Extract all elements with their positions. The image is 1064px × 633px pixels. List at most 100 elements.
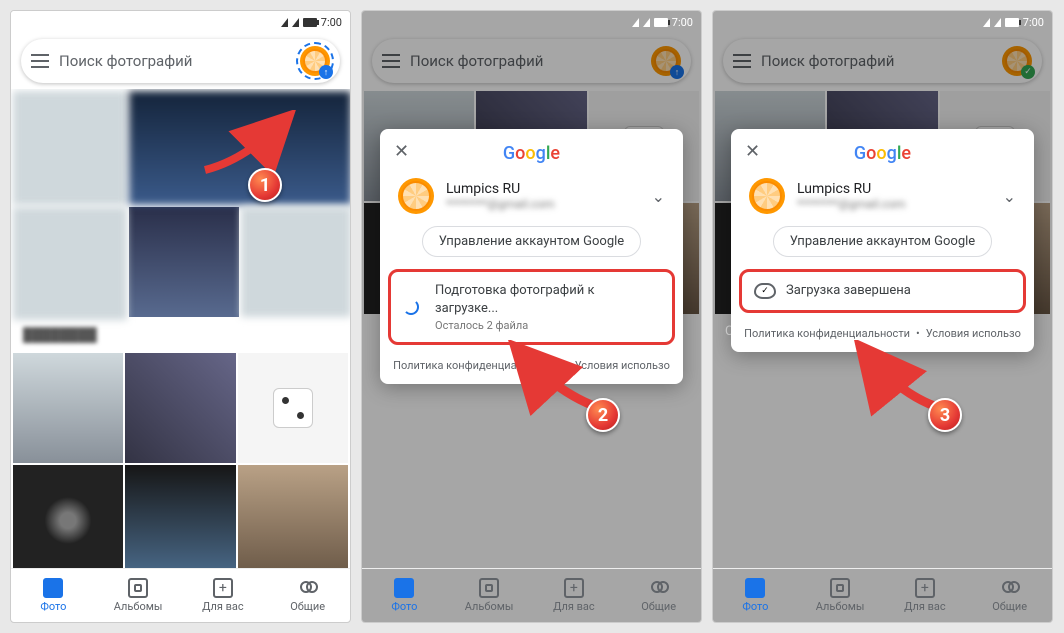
photo-thumb[interactable] bbox=[13, 207, 127, 321]
upload-status-title: Подготовка фотографий к загрузке... bbox=[435, 282, 660, 317]
nav-foryou[interactable]: Для вас bbox=[883, 569, 968, 622]
google-logo: Google bbox=[731, 135, 1034, 174]
nav-foryou[interactable]: Для вас bbox=[532, 569, 617, 622]
account-name: Lumpics RU bbox=[446, 181, 555, 197]
upload-status-block[interactable]: Подготовка фотографий к загрузке... Оста… bbox=[388, 269, 675, 345]
status-bar: 7:00 bbox=[362, 11, 701, 33]
footer-links: Политика конфиденциальности • Условия ис… bbox=[380, 353, 683, 372]
status-time: 7:00 bbox=[1023, 16, 1044, 29]
signal-icon bbox=[994, 18, 1001, 27]
battery-icon bbox=[303, 18, 317, 27]
nav-albums[interactable]: Альбомы bbox=[447, 569, 532, 622]
signal-icon bbox=[983, 18, 990, 27]
search-bar[interactable]: Поиск фотографий bbox=[723, 39, 1042, 83]
nav-shared[interactable]: Общие bbox=[967, 569, 1052, 622]
annotation-badge-3: 3 bbox=[928, 398, 962, 432]
account-row[interactable]: Lumpics RU ********@gmail.com ⌄ bbox=[380, 174, 683, 224]
photos-icon bbox=[394, 578, 414, 598]
photo-thumb[interactable] bbox=[13, 353, 123, 463]
close-icon[interactable]: ✕ bbox=[745, 141, 760, 162]
account-row[interactable]: Lumpics RU ********@gmail.com ⌄ bbox=[731, 174, 1034, 224]
shared-icon bbox=[649, 578, 669, 598]
terms-link[interactable]: Условия использо bbox=[575, 359, 670, 372]
search-bar[interactable]: Поиск фотографий bbox=[372, 39, 691, 83]
foryou-icon bbox=[915, 578, 935, 598]
spinner-icon bbox=[403, 299, 419, 315]
upload-status-title: Загрузка завершена bbox=[786, 282, 911, 300]
bottom-nav: Фото Альбомы Для вас Общие bbox=[362, 568, 701, 622]
shared-icon bbox=[298, 578, 318, 598]
annotation-badge-2: 2 bbox=[586, 398, 620, 432]
privacy-link[interactable]: Политика конфиденциальности bbox=[744, 327, 910, 340]
photo-thumb[interactable] bbox=[238, 465, 348, 568]
signal-icon bbox=[281, 18, 288, 27]
photo-thumb[interactable] bbox=[238, 353, 348, 463]
dice-icon bbox=[273, 388, 313, 428]
cloud-done-icon bbox=[754, 283, 776, 299]
nav-photos[interactable]: Фото bbox=[362, 569, 447, 622]
status-bar: 7:00 bbox=[11, 11, 350, 33]
foryou-icon bbox=[564, 578, 584, 598]
search-placeholder: Поиск фотографий bbox=[59, 52, 290, 70]
nav-albums[interactable]: Альбомы bbox=[96, 569, 181, 622]
photo-thumb[interactable] bbox=[125, 353, 235, 463]
nav-albums[interactable]: Альбомы bbox=[798, 569, 883, 622]
nav-photos[interactable]: Фото bbox=[11, 569, 96, 622]
status-time: 7:00 bbox=[321, 16, 342, 29]
bottom-nav: Фото Альбомы Для вас Общие bbox=[713, 568, 1052, 622]
menu-icon[interactable] bbox=[733, 54, 751, 68]
bottom-nav: Фото Альбомы Для вас Общие bbox=[11, 568, 350, 622]
photos-icon bbox=[745, 578, 765, 598]
foryou-icon bbox=[213, 578, 233, 598]
photo-thumb[interactable] bbox=[129, 91, 350, 205]
footer-links: Политика конфиденциальности • Условия ис… bbox=[731, 321, 1034, 340]
search-placeholder: Поиск фотографий bbox=[761, 52, 992, 70]
photo-thumb[interactable] bbox=[129, 207, 239, 317]
albums-icon bbox=[830, 578, 850, 598]
status-bar: 7:00 bbox=[713, 11, 1052, 33]
nav-photos[interactable]: Фото bbox=[713, 569, 798, 622]
signal-icon bbox=[632, 18, 639, 27]
date-label: ████████ bbox=[11, 319, 350, 351]
photo-thumb[interactable] bbox=[13, 91, 127, 205]
done-badge-icon bbox=[1021, 65, 1035, 79]
terms-link[interactable]: Условия использо bbox=[926, 327, 1021, 340]
account-name: Lumpics RU bbox=[797, 181, 906, 197]
manage-account-button[interactable]: Управление аккаунтом Google bbox=[773, 226, 992, 257]
account-avatar[interactable] bbox=[1002, 46, 1032, 76]
account-avatar[interactable] bbox=[651, 46, 681, 76]
menu-icon[interactable] bbox=[382, 54, 400, 68]
battery-icon bbox=[1005, 18, 1019, 27]
close-icon[interactable]: ✕ bbox=[394, 141, 409, 162]
privacy-link[interactable]: Политика конфиденциальности bbox=[393, 359, 559, 372]
albums-icon bbox=[479, 578, 499, 598]
account-avatar bbox=[398, 178, 434, 214]
nav-foryou[interactable]: Для вас bbox=[181, 569, 266, 622]
account-email: ********@gmail.com bbox=[797, 197, 906, 211]
nav-shared[interactable]: Общие bbox=[265, 569, 350, 622]
photo-grid[interactable]: ████████ Пт, 21 дек. 2018 г. bbox=[11, 89, 350, 568]
nav-shared[interactable]: Общие bbox=[616, 569, 701, 622]
battery-icon bbox=[654, 18, 668, 27]
phone-screen-3: 7:00 Поиск фотографий Сб, 22 дек. 2018 г… bbox=[712, 10, 1053, 623]
manage-account-button[interactable]: Управление аккаунтом Google bbox=[422, 226, 641, 257]
photo-thumb[interactable] bbox=[125, 465, 235, 568]
account-sheet: ✕ Google Lumpics RU ********@gmail.com ⌄… bbox=[731, 129, 1034, 352]
upload-status-sub: Осталось 2 файла bbox=[435, 319, 660, 332]
chevron-down-icon[interactable]: ⌄ bbox=[652, 187, 665, 206]
upload-status-block[interactable]: Загрузка завершена bbox=[739, 269, 1026, 313]
phone-screen-1: 7:00 Поиск фотографий ████████ bbox=[10, 10, 351, 623]
phone-screen-2: 7:00 Поиск фотографий Фото Альбомы Для в… bbox=[361, 10, 702, 623]
account-email: ********@gmail.com bbox=[446, 197, 555, 211]
annotation-badge-1: 1 bbox=[248, 168, 282, 202]
photo-thumb[interactable] bbox=[13, 465, 123, 568]
google-logo: Google bbox=[380, 135, 683, 174]
search-bar[interactable]: Поиск фотографий bbox=[21, 39, 340, 83]
photo-thumb[interactable] bbox=[241, 207, 350, 317]
account-sheet: ✕ Google Lumpics RU ********@gmail.com ⌄… bbox=[380, 129, 683, 384]
chevron-down-icon[interactable]: ⌄ bbox=[1003, 187, 1016, 206]
upload-badge-icon bbox=[670, 65, 684, 79]
menu-icon[interactable] bbox=[31, 54, 49, 68]
photos-icon bbox=[43, 578, 63, 598]
account-avatar[interactable] bbox=[300, 46, 330, 76]
